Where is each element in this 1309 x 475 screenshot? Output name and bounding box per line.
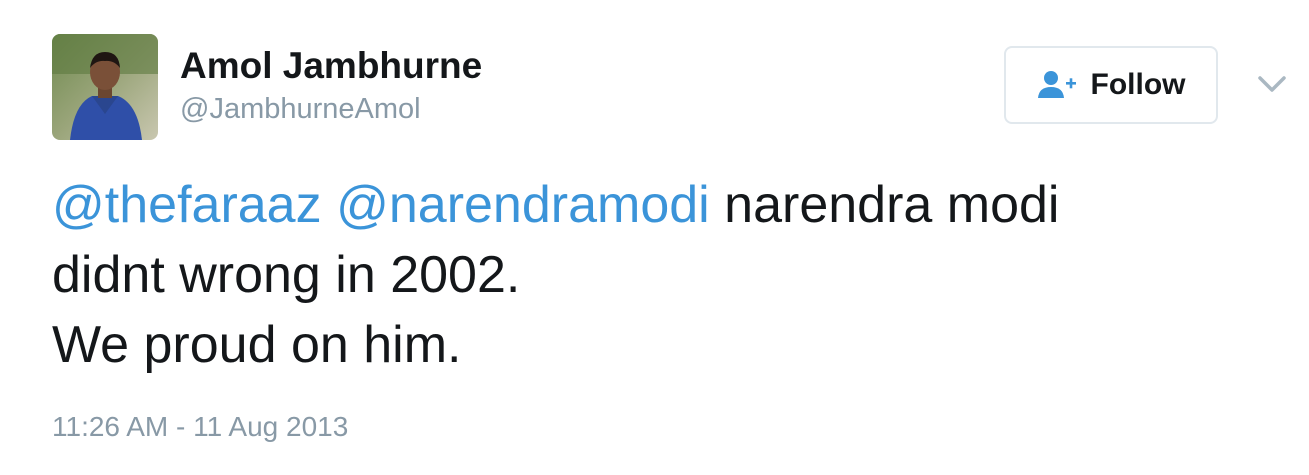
chevron-down-icon[interactable]	[1254, 70, 1290, 98]
follow-button[interactable]: Follow	[1004, 46, 1218, 124]
add-user-icon	[1037, 70, 1079, 100]
tweet-text-fragment: narendra modi	[709, 176, 1060, 234]
tweet-text-line-3: We proud on him.	[52, 316, 462, 374]
tweet-timestamp[interactable]: 11:26 AM - 11 Aug 2013	[52, 410, 348, 444]
profile-photo-icon	[52, 34, 158, 140]
tweet-text-line-1: @thefaraaz @narendramodi narendra modi	[52, 170, 1282, 240]
tweet-card: Amol Jambhurne @JambhurneAmol Follow @th…	[0, 0, 1309, 475]
tweet-text: @thefaraaz @narendramodi narendra modi d…	[52, 170, 1282, 380]
mention-link-thefaraaz[interactable]: @thefaraaz	[52, 176, 322, 234]
avatar[interactable]	[52, 34, 158, 140]
tweet-text-line-2: didnt wrong in 2002.	[52, 246, 521, 304]
follow-button-label: Follow	[1090, 68, 1186, 101]
user-name[interactable]: Amol Jambhurne	[180, 44, 482, 88]
mention-link-narendramodi[interactable]: @narendramodi	[336, 176, 710, 234]
user-handle[interactable]: @JambhurneAmol	[180, 92, 421, 126]
